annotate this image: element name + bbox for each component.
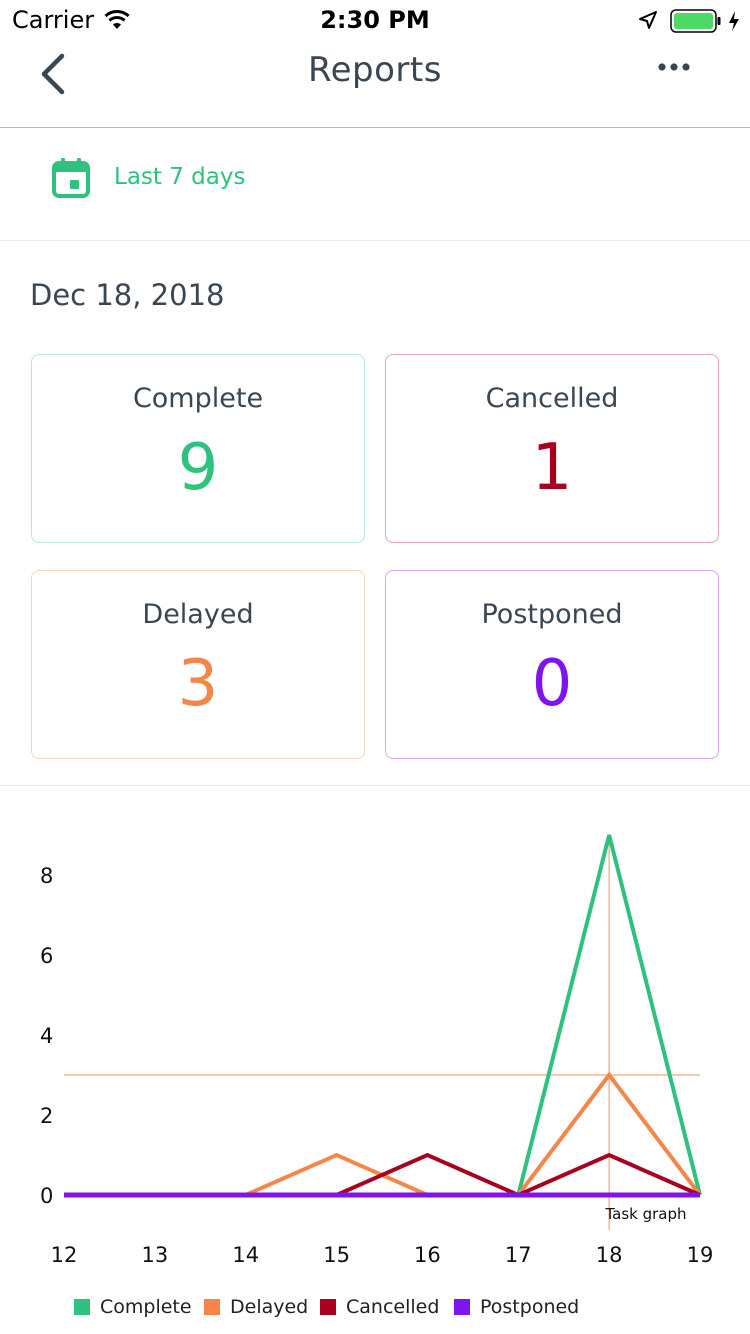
section-divider bbox=[0, 785, 750, 786]
task-line-chart[interactable]: 0 2 4 6 8 12 13 14 15 16 17 18 19 Task graph bbox=[0, 800, 750, 1280]
legend-label: Complete bbox=[100, 1296, 192, 1318]
report-date: Dec 18, 2018 bbox=[30, 278, 225, 312]
x-tick-label: 14 bbox=[232, 1243, 259, 1267]
legend-swatch bbox=[320, 1299, 336, 1315]
delayed-card[interactable]: Delayed 3 bbox=[31, 570, 365, 759]
date-range-label: Last 7 days bbox=[114, 164, 246, 190]
date-range-selector[interactable]: Last 7 days bbox=[50, 156, 370, 202]
card-value: 9 bbox=[177, 431, 219, 505]
charging-bolt-icon bbox=[729, 11, 739, 31]
page-title: Reports bbox=[308, 50, 442, 90]
cancelled-card[interactable]: Cancelled 1 bbox=[385, 354, 719, 543]
card-label: Postponed bbox=[481, 599, 623, 630]
legend-swatch bbox=[74, 1299, 90, 1315]
y-tick-label: 2 bbox=[40, 1104, 53, 1128]
section-divider bbox=[0, 240, 750, 241]
card-label: Complete bbox=[132, 383, 264, 414]
legend-label: Delayed bbox=[230, 1296, 309, 1318]
more-options-button[interactable] bbox=[652, 56, 696, 80]
calendar-icon bbox=[52, 158, 90, 198]
postponed-card[interactable]: Postponed 0 bbox=[385, 570, 719, 759]
legend-swatch bbox=[204, 1299, 220, 1315]
series-line-complete bbox=[64, 834, 702, 1197]
card-value: 3 bbox=[177, 647, 219, 721]
location-arrow-icon bbox=[639, 11, 657, 29]
x-tick-label: 12 bbox=[51, 1243, 78, 1267]
card-value: 1 bbox=[531, 431, 573, 505]
battery-icon bbox=[670, 9, 721, 33]
card-value: 0 bbox=[531, 647, 573, 721]
legend-label: Cancelled bbox=[346, 1296, 440, 1318]
x-tick-label: 18 bbox=[596, 1243, 623, 1267]
y-tick-label: 4 bbox=[40, 1024, 53, 1048]
y-tick-label: 0 bbox=[40, 1184, 53, 1208]
legend-swatch bbox=[454, 1299, 470, 1315]
x-tick-label: 16 bbox=[414, 1243, 441, 1267]
legend-label: Postponed bbox=[480, 1296, 580, 1318]
series-line-cancelled bbox=[64, 1152, 701, 1198]
y-tick-label: 6 bbox=[40, 944, 53, 968]
complete-card[interactable]: Complete 9 bbox=[31, 354, 365, 543]
x-tick-label: 17 bbox=[505, 1243, 532, 1267]
x-tick-label: 15 bbox=[323, 1243, 350, 1267]
card-label: Cancelled bbox=[485, 383, 619, 414]
card-label: Delayed bbox=[142, 599, 254, 630]
x-tick-label: 19 bbox=[687, 1243, 714, 1267]
chart-annotation: Task graph bbox=[604, 1205, 686, 1223]
nav-divider bbox=[0, 127, 750, 128]
y-tick-label: 8 bbox=[40, 864, 53, 888]
x-tick-label: 13 bbox=[141, 1243, 168, 1267]
